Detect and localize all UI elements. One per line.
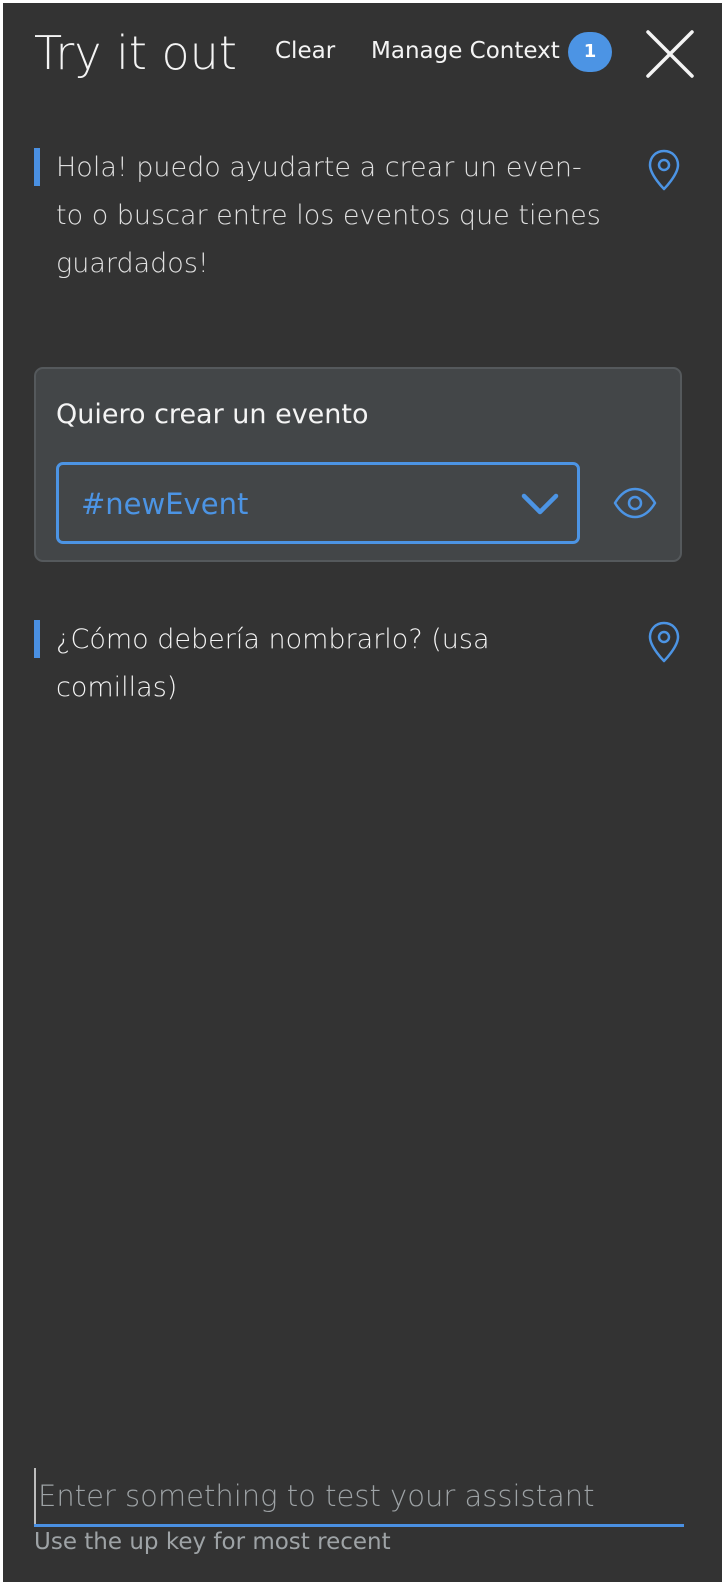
input-hint: Use the up key for most recent: [34, 1529, 391, 1555]
close-button[interactable]: [643, 27, 697, 81]
location-pin-button[interactable]: [646, 148, 682, 192]
eye-icon: [613, 487, 657, 519]
message-accent-bar: [34, 148, 40, 186]
intent-dropdown[interactable]: #newEvent: [56, 462, 580, 544]
panel-title: Try it out: [34, 26, 237, 80]
assistant-message-text: Hola! puedo ayudarte a crear un even- to…: [56, 152, 601, 279]
assistant-message-text: ¿Cómo debería nombrarlo? (usa comillas): [56, 624, 490, 703]
manage-context-button[interactable]: Manage Context: [371, 36, 560, 66]
intent-selected-value: #newEvent: [81, 487, 249, 521]
location-pin-icon: [648, 621, 680, 663]
user-message-card: Quiero crear un evento #newEvent: [34, 367, 682, 562]
close-icon: [646, 30, 694, 78]
view-intent-button[interactable]: [613, 481, 657, 525]
chat-input-container: [34, 1468, 684, 1527]
try-it-out-panel: Try it out Clear Manage Context 1 Hola! …: [3, 3, 722, 1582]
location-pin-button[interactable]: [646, 620, 682, 664]
message-accent-bar: [34, 620, 40, 658]
chevron-down-icon: [521, 493, 559, 515]
chat-input[interactable]: [34, 1468, 684, 1524]
location-pin-icon: [648, 149, 680, 191]
context-count-badge[interactable]: 1: [568, 32, 612, 72]
user-message-text: Quiero crear un evento: [56, 399, 369, 430]
clear-button[interactable]: Clear: [275, 36, 335, 66]
